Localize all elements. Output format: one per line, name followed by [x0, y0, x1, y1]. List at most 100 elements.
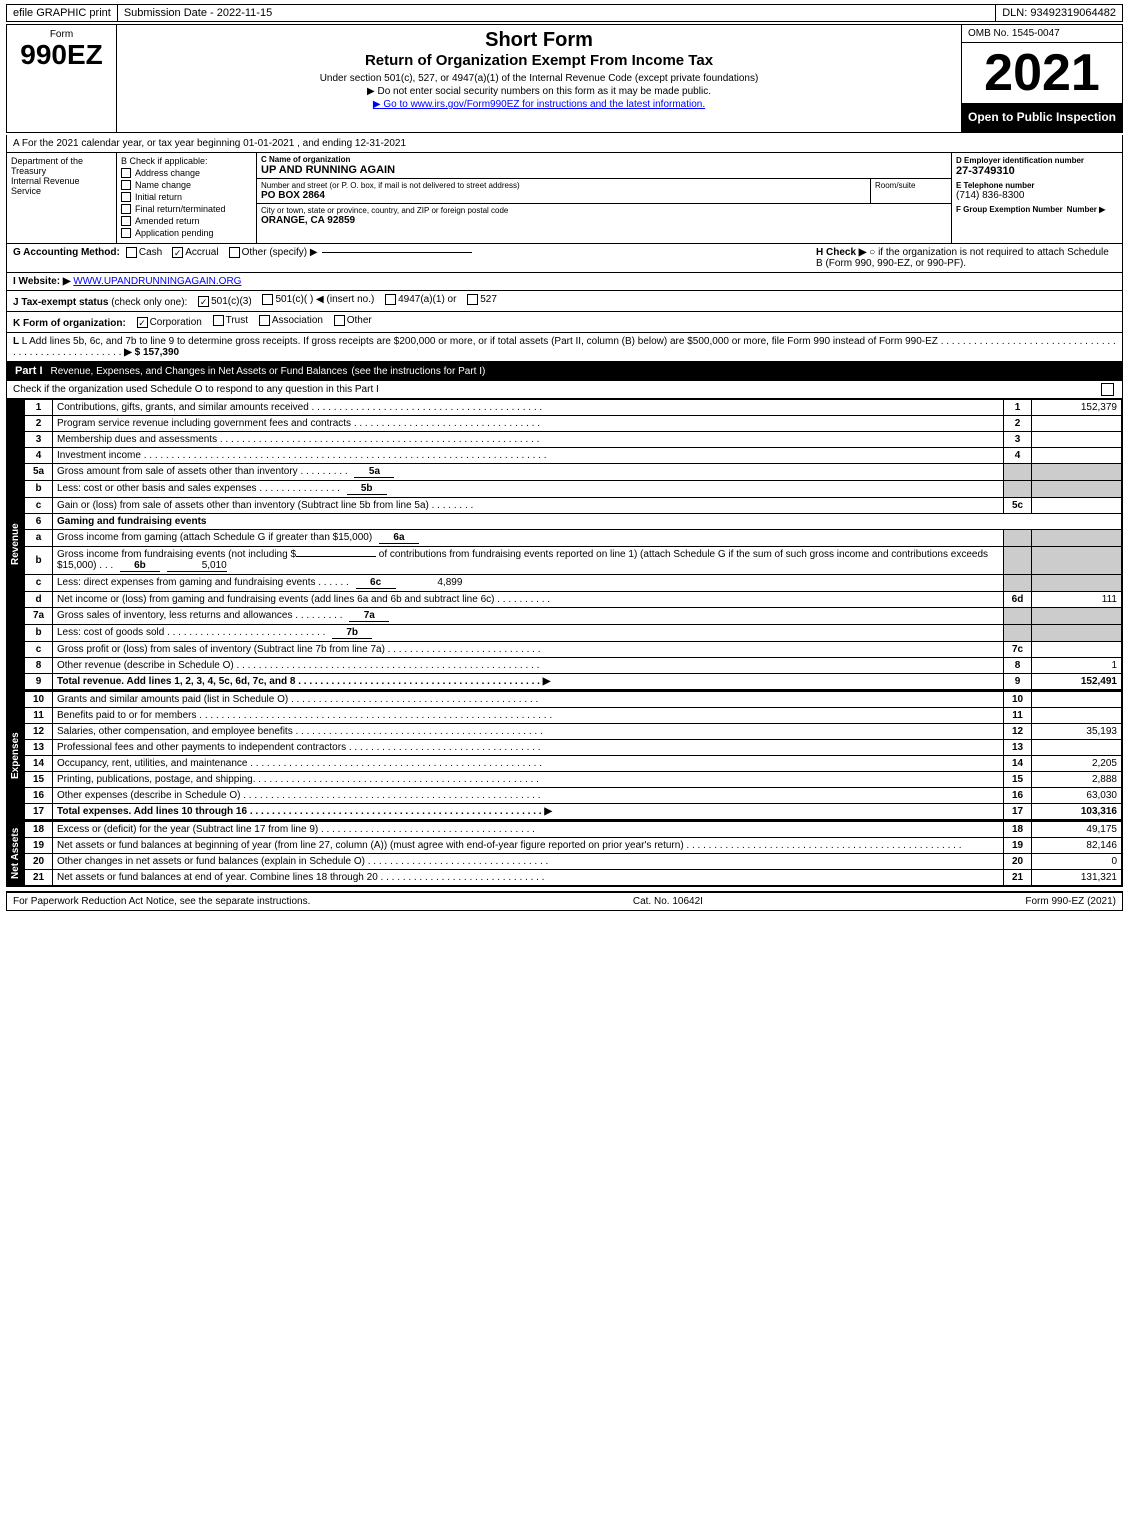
accrual-checkbox[interactable]: [172, 247, 183, 258]
table-row: 12 Salaries, other compensation, and emp…: [25, 723, 1122, 739]
cb-final-return-box[interactable]: [121, 204, 131, 214]
row-val: 82,146: [1032, 837, 1122, 853]
row-val: 152,379: [1032, 399, 1122, 415]
l-prefix: L: [13, 336, 22, 347]
notice2-link[interactable]: ▶ Go to www.irs.gov/Form990EZ for instru…: [125, 99, 953, 110]
dept-sub: Internal Revenue Service: [11, 176, 112, 196]
row-num: 19: [25, 837, 53, 853]
row-desc: Membership dues and assessments . . . . …: [53, 431, 1004, 447]
row-num: c: [25, 574, 53, 591]
cb-amended-return-box[interactable]: [121, 216, 131, 226]
checkboxes-title: B Check if applicable:: [121, 156, 252, 166]
dept-block: Department of the Treasury Internal Reve…: [7, 153, 117, 243]
fo-other-label: Other: [347, 315, 372, 326]
org-info-block: C Name of organization UP AND RUNNING AG…: [257, 153, 952, 243]
year-block: 2021: [962, 43, 1122, 104]
row-val-gray: [1032, 463, 1122, 480]
acct-cash: Cash: [126, 247, 162, 258]
row-desc: Total expenses. Add lines 10 through 16 …: [53, 803, 1004, 819]
efile-label: efile GRAPHIC print: [7, 5, 118, 21]
room-cell: Room/suite: [871, 179, 951, 203]
c-label: C Name of organization: [261, 155, 947, 164]
fo-assoc-chk[interactable]: [259, 315, 270, 326]
row-num: a: [25, 529, 53, 546]
row-num: 16: [25, 787, 53, 803]
row-num: 14: [25, 755, 53, 771]
te-4947-label: 4947(a)(1) or: [398, 294, 456, 305]
row-line: 7c: [1004, 641, 1032, 657]
part1-check-text: Check if the organization used Schedule …: [13, 384, 379, 395]
row-line: 21: [1004, 869, 1032, 885]
te-527-chk[interactable]: [467, 294, 478, 305]
row-num: b: [25, 624, 53, 641]
row-desc: Other changes in net assets or fund bala…: [53, 853, 1004, 869]
fo-trust: Trust: [213, 315, 248, 326]
acct-other: Other (specify) ▶: [229, 247, 472, 258]
part1-check-line: Check if the organization used Schedule …: [6, 381, 1123, 399]
row-desc: Investment income . . . . . . . . . . . …: [53, 447, 1004, 463]
address-value: PO BOX 2864: [261, 190, 866, 201]
cb-initial-return-box[interactable]: [121, 192, 131, 202]
part1-check-box[interactable]: [1101, 383, 1114, 396]
row-desc: Gross amount from sale of assets other t…: [53, 463, 1004, 480]
cb-name-change-box[interactable]: [121, 180, 131, 190]
row-desc: Contributions, gifts, grants, and simila…: [53, 399, 1004, 415]
revenue-side-label: Revenue: [7, 399, 24, 690]
fo-trust-chk[interactable]: [213, 315, 224, 326]
net-assets-side-label: Net Assets: [7, 821, 24, 886]
row-val-gray: [1032, 529, 1122, 546]
te-501c3-chk[interactable]: [198, 296, 209, 307]
table-row: 4 Investment income . . . . . . . . . . …: [25, 447, 1122, 463]
website-url[interactable]: WWW.UPANDRUNNINGAGAIN.ORG: [73, 276, 241, 287]
row-line: 11: [1004, 707, 1032, 723]
fo-other-chk[interactable]: [334, 315, 345, 326]
row-desc: Net assets or fund balances at end of ye…: [53, 869, 1004, 885]
te-4947-chk[interactable]: [385, 294, 396, 305]
cash-checkbox[interactable]: [126, 247, 137, 258]
te-4947: 4947(a)(1) or: [385, 294, 456, 305]
row-desc: Benefits paid to or for members . . . . …: [53, 707, 1004, 723]
row-line: 18: [1004, 821, 1032, 837]
row-desc: Gaming and fundraising events: [53, 513, 1122, 529]
row-num: 7a: [25, 607, 53, 624]
row-line: 9: [1004, 673, 1032, 689]
right-header: OMB No. 1545-0047 2021 Open to Public In…: [962, 25, 1122, 132]
other-checkbox[interactable]: [229, 247, 240, 258]
row-desc: Excess or (deficit) for the year (Subtra…: [53, 821, 1004, 837]
fo-corp-label: Corporation: [150, 317, 202, 328]
omb-block: OMB No. 1545-0047: [962, 25, 1122, 43]
row-num: 20: [25, 853, 53, 869]
info-block: Department of the Treasury Internal Reve…: [6, 153, 1123, 244]
cb-initial-return-label: Initial return: [135, 192, 182, 202]
row-line-gray: [1004, 607, 1032, 624]
address-row: Number and street (or P. O. box, if mail…: [257, 179, 951, 204]
table-row: c Gain or (loss) from sale of assets oth…: [25, 497, 1122, 513]
cb-initial-return: Initial return: [121, 192, 252, 202]
table-row: 18 Excess or (deficit) for the year (Sub…: [25, 821, 1122, 837]
row-line: 3: [1004, 431, 1032, 447]
row-val: 131,321: [1032, 869, 1122, 885]
row-line: 6d: [1004, 591, 1032, 607]
row-val: [1032, 415, 1122, 431]
cb-name-change-label: Name change: [135, 180, 191, 190]
te-501c-chk[interactable]: [262, 294, 273, 305]
row-desc: Less: direct expenses from gaming and fu…: [53, 574, 1004, 591]
other-field[interactable]: [322, 252, 472, 253]
cb-application-pending-box[interactable]: [121, 228, 131, 238]
row-val-gray: [1032, 546, 1122, 574]
table-row: d Net income or (loss) from gaming and f…: [25, 591, 1122, 607]
year-line: A For the 2021 calendar year, or tax yea…: [6, 135, 1123, 153]
row-val: 0: [1032, 853, 1122, 869]
row-desc: Salaries, other compensation, and employ…: [53, 723, 1004, 739]
row-line-gray: [1004, 624, 1032, 641]
part1-header: Part I Revenue, Expenses, and Changes in…: [6, 362, 1123, 381]
e-label: E Telephone number: [956, 181, 1118, 190]
table-row: c Gross profit or (loss) from sales of i…: [25, 641, 1122, 657]
te-501c: 501(c)( ) ◀ (insert no.): [262, 294, 374, 305]
cb-address-change-box[interactable]: [121, 168, 131, 178]
net-assets-table: 18 Excess or (deficit) for the year (Sub…: [24, 821, 1122, 886]
row-line: 14: [1004, 755, 1032, 771]
ein-block: D Employer identification number 27-3749…: [952, 153, 1122, 243]
table-row: 8 Other revenue (describe in Schedule O)…: [25, 657, 1122, 673]
fo-corp-chk[interactable]: [137, 317, 148, 328]
